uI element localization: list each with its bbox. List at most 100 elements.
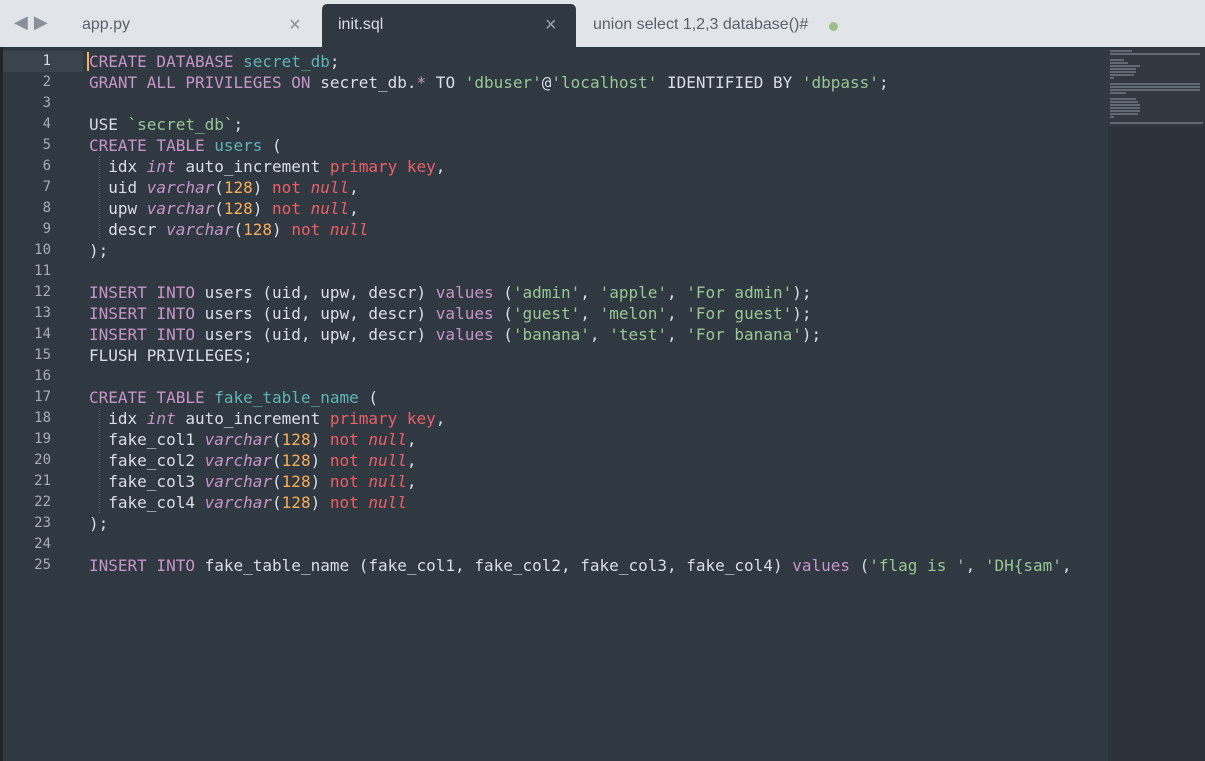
token: CREATE DATABASE	[89, 52, 234, 71]
token: @	[541, 73, 552, 92]
line-number: 7	[42, 179, 51, 195]
token: ;	[329, 52, 340, 71]
token: GRANT ALL PRIVILEGES	[89, 73, 282, 92]
code-line-8: upw varchar(128) not null,	[89, 198, 359, 219]
token: fake_table_name	[214, 388, 359, 407]
token: );	[89, 241, 109, 260]
chevron-right-icon[interactable]: ▶	[34, 12, 48, 32]
tab-init-sql[interactable]: init.sql ×	[322, 4, 576, 47]
token: auto_increment	[175, 157, 330, 176]
token: varchar	[204, 451, 273, 470]
token: varchar	[146, 199, 215, 218]
token: 'flag is '	[869, 556, 966, 575]
tab-untitled-query[interactable]: union select 1,2,3 database()#	[578, 4, 850, 47]
token: fake_col1	[108, 430, 205, 449]
code-line-21: fake_col3 varchar(128) not null,	[89, 471, 417, 492]
token: *	[416, 73, 427, 92]
token: not	[291, 220, 321, 239]
token: values	[435, 283, 494, 302]
token: descr	[108, 220, 167, 239]
token: );	[801, 325, 822, 344]
token: null	[368, 430, 407, 449]
token: 128	[281, 472, 311, 491]
token: null	[329, 220, 369, 239]
token: varchar	[146, 178, 215, 197]
line-number: 13	[34, 305, 51, 321]
chevron-left-icon[interactable]: ◀	[14, 12, 28, 32]
token: INSERT INTO	[89, 304, 195, 323]
close-icon[interactable]: ×	[289, 14, 301, 37]
token: primary key	[329, 157, 436, 176]
code-line-15: FLUSH PRIVILEGES;	[89, 345, 253, 366]
line-number: 5	[42, 137, 51, 153]
token: varchar	[204, 472, 273, 491]
token: auto_increment	[175, 409, 330, 428]
code-line-23: );	[89, 513, 108, 534]
token: ,	[667, 283, 687, 302]
token: varchar	[204, 430, 273, 449]
code-line-6: idx int auto_increment primary key,	[89, 156, 445, 177]
token: 'localhost'	[551, 73, 658, 92]
code-line-25: INSERT INTO fake_table_name (fake_col1, …	[89, 555, 1072, 576]
token: null	[368, 451, 407, 470]
code-line-5: CREATE TABLE users (	[89, 135, 282, 156]
line-number: 20	[34, 452, 51, 468]
token: fake_col3	[108, 472, 205, 491]
token: IDENTIFIED BY	[657, 73, 802, 92]
token: (	[358, 388, 378, 407]
token: ,	[406, 472, 417, 491]
code-line-22: fake_col4 varchar(128) not null	[89, 492, 407, 513]
token: idx	[108, 409, 147, 428]
line-number-gutter: 1 2 3 4 5 6 7 8 9 10 11 12 13 14 15 16 1…	[3, 47, 82, 761]
token: TO	[426, 73, 465, 92]
token: (	[214, 199, 224, 218]
tab-label: app.py	[82, 16, 131, 33]
minimap-line	[1110, 89, 1200, 91]
token: INSERT INTO	[89, 556, 195, 575]
line-number: 16	[34, 368, 51, 384]
minimap-line	[1110, 107, 1140, 109]
token: users (uid, upw, descr)	[194, 325, 436, 344]
token: 128	[223, 178, 253, 197]
code-line-17: CREATE TABLE fake_table_name (	[89, 387, 378, 408]
token: FLUSH PRIVILEGES;	[89, 346, 253, 365]
token: 128	[281, 451, 311, 470]
token: idx	[108, 157, 147, 176]
token: `secret_db`	[127, 115, 234, 134]
minimap-line	[1110, 68, 1136, 70]
minimap[interactable]	[1108, 47, 1205, 761]
code-editor[interactable]: CREATE DATABASE secret_db; GRANT ALL PRI…	[89, 51, 1107, 761]
line-number: 2	[42, 74, 51, 90]
line-number: 23	[34, 515, 51, 531]
token: values	[435, 325, 494, 344]
unsaved-dot-icon[interactable]	[829, 22, 838, 31]
minimap-line	[1110, 71, 1136, 73]
token: 128	[281, 493, 311, 512]
token: not	[272, 199, 301, 218]
tab-label: init.sql	[338, 16, 384, 33]
minimap-line	[1110, 98, 1136, 100]
token: ,	[1061, 556, 1072, 575]
close-icon[interactable]: ×	[545, 14, 557, 37]
code-line-19: fake_col1 varchar(128) not null,	[89, 429, 416, 450]
token: 'guest'	[512, 304, 581, 323]
code-line-14: INSERT INTO users (uid, upw, descr) valu…	[89, 324, 821, 345]
token: fake_col4	[108, 493, 205, 512]
token: upw	[108, 199, 147, 218]
token: values	[792, 556, 850, 575]
code-line-12: INSERT INTO users (uid, upw, descr) valu…	[89, 282, 812, 303]
token: 'banana'	[512, 325, 590, 344]
token: primary key	[329, 409, 436, 428]
line-number: 4	[42, 116, 51, 132]
token: 'melon'	[599, 304, 667, 323]
token: ,	[406, 451, 417, 470]
line-number: 18	[34, 410, 51, 426]
minimap-line	[1110, 59, 1124, 61]
line-number: 21	[34, 473, 51, 489]
minimap-line	[1110, 74, 1134, 76]
tab-app-py[interactable]: app.py ×	[66, 4, 319, 47]
token: 'dbuser'	[464, 73, 542, 92]
